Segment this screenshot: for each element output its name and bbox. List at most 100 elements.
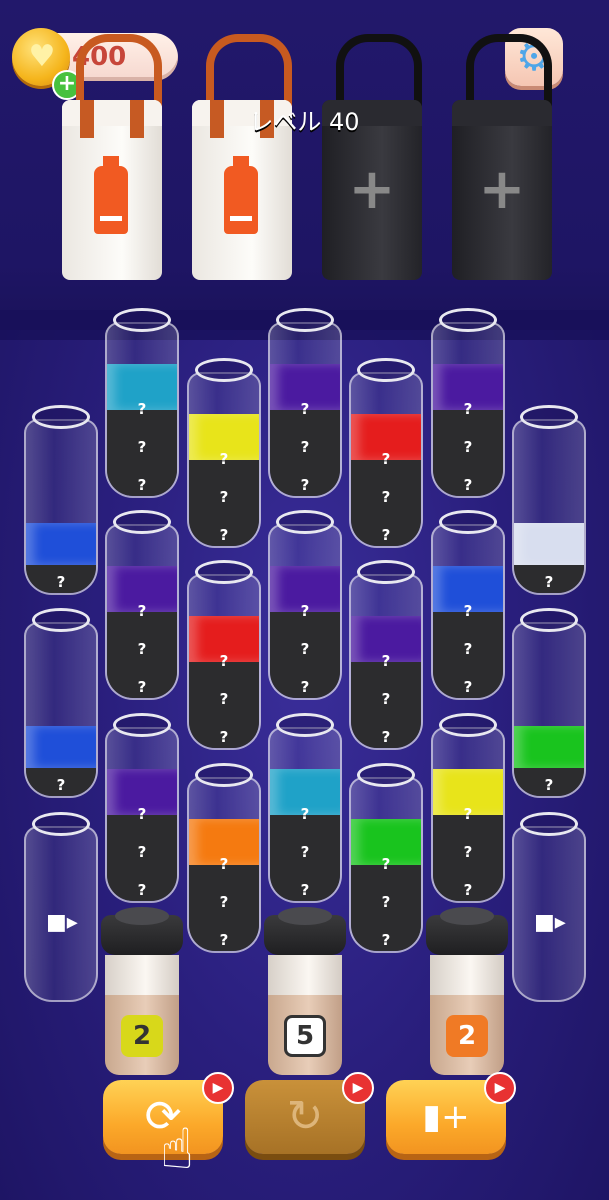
hidden-marker: ? (381, 488, 391, 506)
tube-2[interactable]: ??? (187, 358, 261, 548)
cup-1[interactable]: 2 (101, 907, 183, 1075)
tube-rim (32, 812, 90, 836)
tube-21[interactable]: ■▸ (512, 812, 586, 1002)
tube-rim (357, 763, 415, 787)
bottle-icon (224, 156, 258, 234)
cup-band (268, 955, 342, 995)
tube-20[interactable]: ■▸ (24, 812, 98, 1002)
plus-icon: + (478, 157, 526, 222)
hidden-marker: ? (300, 640, 310, 658)
hidden-marker: ? (56, 776, 66, 794)
tube-rim (357, 358, 415, 382)
tube-12[interactable]: ??? (431, 510, 505, 700)
tube-glass (512, 419, 586, 595)
hidden-marker: ? (137, 400, 147, 418)
hidden-marker: ? (137, 678, 147, 696)
tube-15[interactable]: ??? (105, 713, 179, 903)
hidden-marker: ? (137, 438, 147, 456)
tube-rim (439, 510, 497, 534)
tube-13[interactable]: ? (24, 608, 98, 798)
hidden-marker: ? (463, 881, 473, 899)
level-title: レベル 40 (249, 108, 360, 136)
tube-rim (113, 713, 171, 737)
tube-glass (512, 622, 586, 798)
tube-11[interactable]: ??? (349, 560, 423, 750)
tube-rim (520, 405, 578, 429)
cup-lid (101, 907, 183, 955)
tube-rim (520, 812, 578, 836)
tube-rim (357, 560, 415, 584)
video-camera-icon: ■▸ (534, 910, 566, 935)
hidden-marker: ? (219, 893, 229, 911)
hidden-marker: ? (300, 476, 310, 494)
hidden-marker: ? (219, 526, 229, 544)
hidden-marker: ? (463, 678, 473, 696)
hidden-marker: ? (463, 476, 473, 494)
cup-3[interactable]: 2 (426, 907, 508, 1075)
hidden-marker: ? (137, 602, 147, 620)
video-camera-icon: ■▸ (46, 910, 78, 935)
plus-icon: + (348, 157, 396, 222)
hidden-marker: ? (137, 881, 147, 899)
tube-4[interactable]: ??? (349, 358, 423, 548)
hidden-marker: ? (300, 400, 310, 418)
hidden-marker: ? (300, 602, 310, 620)
tube-10[interactable]: ??? (268, 510, 342, 700)
cup-lid (426, 907, 508, 955)
hidden-marker: ? (300, 805, 310, 823)
hidden-marker: ? (381, 690, 391, 708)
hidden-marker: ? (219, 652, 229, 670)
liquid-layer (514, 523, 584, 565)
hidden-marker: ? (219, 450, 229, 468)
tube-18[interactable]: ??? (349, 763, 423, 953)
tube-16[interactable]: ??? (187, 763, 261, 953)
tube-rim (439, 308, 497, 332)
tube-6[interactable]: ? (24, 405, 98, 595)
tube-glass (24, 622, 98, 798)
video-ad-icon: ▶ (484, 1072, 516, 1104)
tube-3[interactable]: ??? (268, 308, 342, 498)
tube-rim (276, 510, 334, 534)
tube-rim (113, 510, 171, 534)
hidden-marker: ? (56, 573, 66, 591)
hidden-marker: ? (463, 640, 473, 658)
tube-rim (113, 308, 171, 332)
liquid-layer (514, 726, 584, 768)
cup-2[interactable]: 5 (264, 907, 346, 1075)
hidden-marker: ? (381, 526, 391, 544)
tube-1[interactable]: ??? (105, 308, 179, 498)
hidden-marker: ? (381, 893, 391, 911)
tube-rim (276, 308, 334, 332)
tube-8[interactable]: ??? (105, 510, 179, 700)
liquid-layer (26, 523, 96, 565)
hidden-marker: ? (137, 476, 147, 494)
hidden-marker: ? (300, 843, 310, 861)
cup-band (105, 955, 179, 995)
hidden-marker: ? (544, 573, 554, 591)
tutorial-hand-pointer: ☝ (160, 1117, 195, 1182)
tube-rim (195, 358, 253, 382)
cup-count-badge: 2 (121, 1015, 163, 1057)
tube-14[interactable]: ? (512, 608, 586, 798)
cup-band (430, 955, 504, 995)
hidden-marker: ? (219, 690, 229, 708)
tube-7[interactable]: ? (512, 405, 586, 595)
hidden-marker: ? (544, 776, 554, 794)
tube-9[interactable]: ??? (187, 560, 261, 750)
hidden-marker: ? (219, 931, 229, 949)
hidden-marker: ? (219, 488, 229, 506)
hidden-marker: ? (463, 602, 473, 620)
hidden-marker: ? (300, 881, 310, 899)
cup-count-badge: 2 (446, 1015, 488, 1057)
hidden-marker: ? (137, 843, 147, 861)
hidden-marker: ? (381, 855, 391, 873)
hidden-marker: ? (300, 438, 310, 456)
hidden-marker: ? (463, 805, 473, 823)
hidden-marker: ? (219, 728, 229, 746)
tube-19[interactable]: ??? (431, 713, 505, 903)
tube-5[interactable]: ??? (431, 308, 505, 498)
tube-rim (276, 713, 334, 737)
tube-17[interactable]: ??? (268, 713, 342, 903)
cup-count-badge: 5 (284, 1015, 326, 1057)
bottle-icon (94, 156, 128, 234)
